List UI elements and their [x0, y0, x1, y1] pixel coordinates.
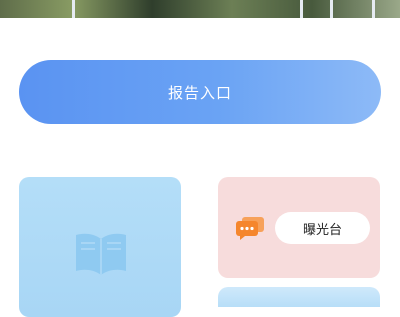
report-entry-label: 报告入口	[167, 83, 232, 102]
chat-bubble-icon	[236, 217, 264, 240]
exposure-pill: 曝光台	[275, 212, 370, 244]
exposure-card[interactable]: 曝光台	[218, 177, 380, 278]
next-card[interactable]	[218, 287, 380, 307]
railing-post	[372, 0, 375, 18]
railing-post	[300, 0, 303, 18]
library-card[interactable]	[19, 177, 181, 317]
railing-post	[330, 0, 333, 18]
book-icon	[76, 233, 126, 275]
hero-photo	[0, 0, 400, 18]
exposure-label: 曝光台	[302, 222, 342, 238]
report-entry-button[interactable]: 报告入口	[19, 60, 381, 124]
railing-post	[72, 0, 75, 18]
